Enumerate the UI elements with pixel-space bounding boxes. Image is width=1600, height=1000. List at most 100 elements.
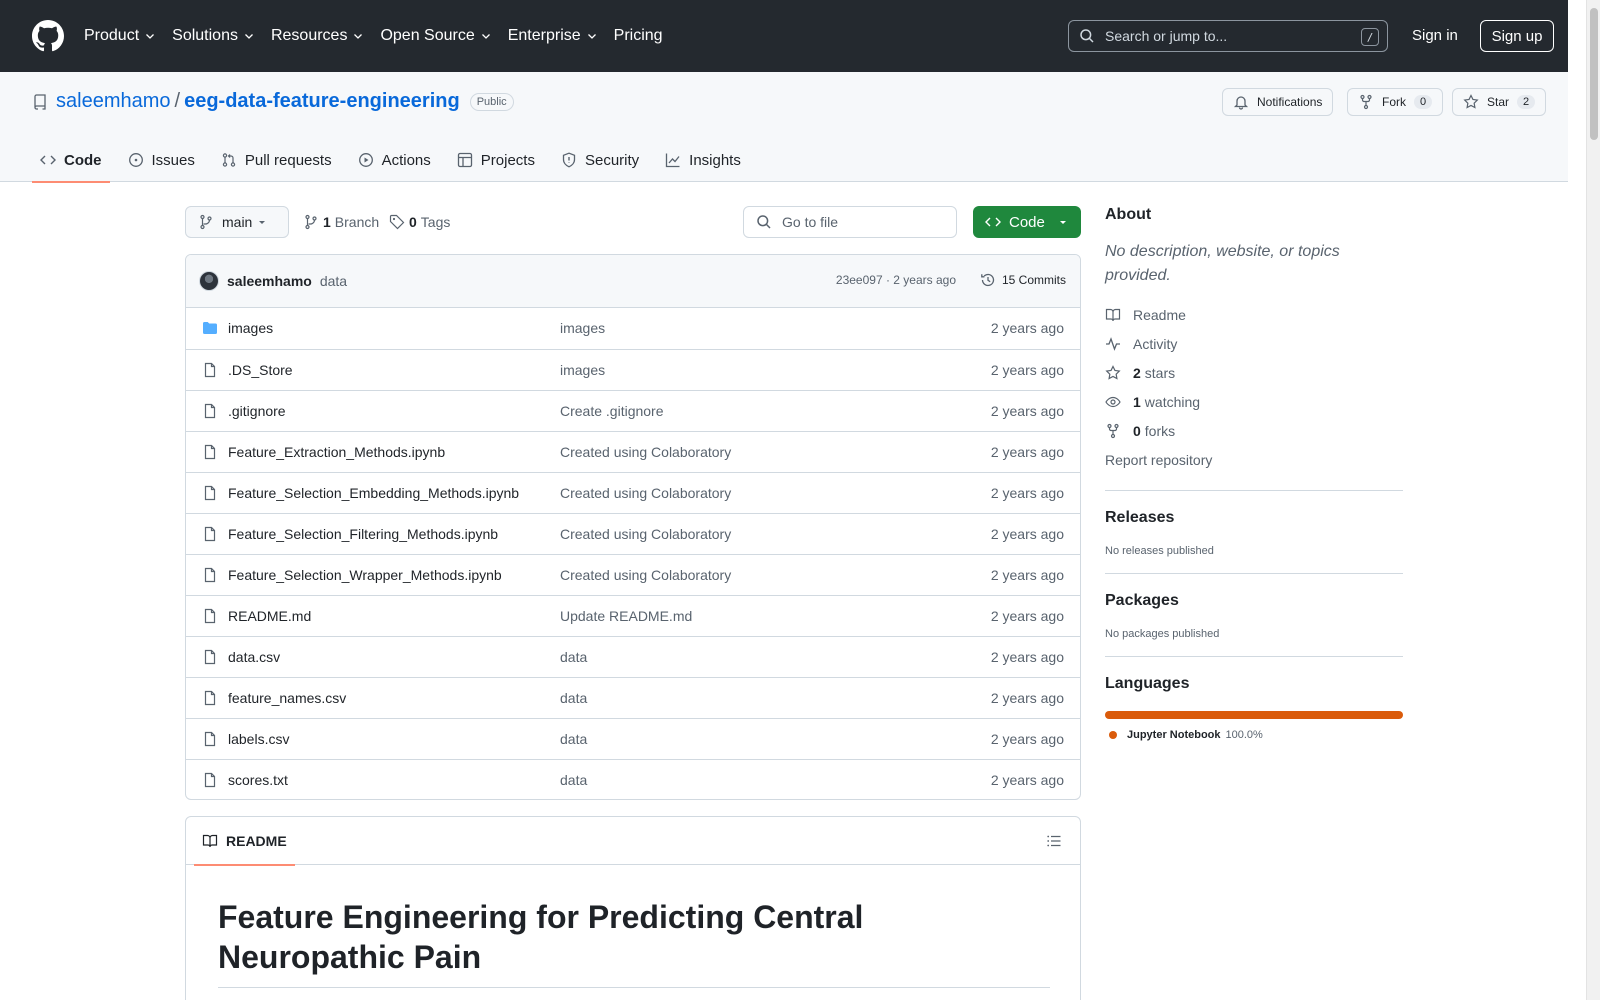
nav-resources[interactable]: Resources [271,27,364,45]
releases-title[interactable]: Releases [1105,509,1403,527]
table-row[interactable]: Feature_Selection_Filtering_Methods.ipyn… [186,513,1080,554]
file-name-link[interactable]: Feature_Selection_Filtering_Methods.ipyn… [228,526,498,542]
tab-actions[interactable]: Actions [350,138,439,182]
table-row[interactable]: README.md Update README.md 2 years ago [186,595,1080,636]
commit-message-link[interactable]: data [320,273,347,289]
table-row[interactable]: Feature_Selection_Wrapper_Methods.ipynb C… [186,554,1080,595]
file-commit-message-link[interactable]: Create .gitignore [560,403,664,419]
file-name-link[interactable]: Feature_Selection_Embedding_Methods.ipyn… [228,485,519,501]
tab-issues[interactable]: Issues [120,138,203,182]
readme-link-label: Readme [1133,306,1186,323]
file-name-link[interactable]: Feature_Extraction_Methods.ipynb [228,444,445,460]
file-commit-message-link[interactable]: Created using Colaboratory [560,485,731,501]
language-item[interactable]: Jupyter Notebook 100.0% [1105,729,1403,741]
tag-count: 0 [409,214,417,230]
tab-insights[interactable]: Insights [657,138,749,182]
chevron-down-icon [144,30,156,42]
file-icon [202,485,218,501]
file-commit-message-link[interactable]: images [560,320,605,336]
table-row[interactable]: data.csv data 2 years ago [186,636,1080,677]
table-row[interactable]: feature_names.csv data 2 years ago [186,677,1080,718]
tab-projects[interactable]: Projects [449,138,543,182]
readme-heading: Feature Engineering for Predicting Centr… [218,897,1050,988]
commit-author-link[interactable]: saleemhamo [227,273,312,289]
global-search-input[interactable]: Search or jump to... / [1068,20,1388,52]
notifications-button[interactable]: Notifications [1222,88,1334,116]
activity-link[interactable]: Activity [1105,329,1403,358]
branch-name: main [222,214,253,230]
packages-title[interactable]: Packages [1105,592,1403,610]
code-dropdown-button[interactable]: Code [973,206,1081,238]
issue-opened-icon [128,152,144,168]
table-row[interactable]: Feature_Selection_Embedding_Methods.ipyn… [186,472,1080,513]
file-commit-message-link[interactable]: images [560,362,605,378]
code-button-label: Code [1009,213,1045,231]
repo-header: saleemhamo / eeg-data-feature-engineerin… [0,72,1568,183]
file-name-link[interactable]: README.md [228,608,311,624]
file-name-link[interactable]: .DS_Store [228,362,293,378]
commit-hash-and-time[interactable]: 23ee097 · 2 years ago [836,273,956,287]
file-name-link[interactable]: data.csv [228,649,280,665]
commits-count-label: 15 Commits [1001,273,1066,287]
tab-pull-requests[interactable]: Pull requests [213,138,340,182]
readme-link[interactable]: Readme [1105,300,1403,329]
tab-code[interactable]: Code [32,138,110,183]
table-row[interactable]: images images 2 years ago [186,308,1080,349]
branch-count: 1 [323,214,331,230]
language-bar [1105,711,1403,719]
table-icon [457,152,473,168]
table-row[interactable]: Feature_Extraction_Methods.ipynb Created … [186,431,1080,472]
file-name-link[interactable]: feature_names.csv [228,690,346,706]
nav-product[interactable]: Product [84,27,156,45]
nav-solutions[interactable]: Solutions [172,27,255,45]
scrollbar-thumb[interactable] [1590,8,1598,140]
sign-in-link[interactable]: Sign in [1412,27,1458,44]
star-button[interactable]: Star 2 [1452,88,1547,116]
table-row[interactable]: .gitignore Create .gitignore 2 years ago [186,390,1080,431]
table-row[interactable]: labels.csv data 2 years ago [186,718,1080,759]
about-description: No description, website, or topics provi… [1105,243,1340,284]
file-commit-message-link[interactable]: data [560,649,587,665]
file-commit-message-link[interactable]: Update README.md [560,608,692,624]
repo-owner-link[interactable]: saleemhamo [56,90,171,113]
table-row[interactable]: scores.txt data 2 years ago [186,759,1080,799]
github-logo-icon[interactable] [32,20,64,52]
commits-history-link[interactable]: 15 Commits [980,272,1066,288]
packages-empty: No packages published [1105,628,1220,640]
forks-link[interactable]: 0 forks [1105,416,1403,445]
language-color-dot [1109,731,1117,739]
tab-pull-requests-label: Pull requests [244,151,332,169]
branches-link[interactable]: 1 Branch [303,214,379,230]
file-name-link[interactable]: Feature_Selection_Wrapper_Methods.ipynb [228,567,502,583]
list-unordered-icon[interactable] [1046,833,1062,849]
fork-button[interactable]: Fork 0 [1347,88,1444,116]
readme-tab[interactable]: README [194,817,295,866]
file-commit-message-link[interactable]: data [560,731,587,747]
file-commit-date: 2 years ago [990,690,1064,706]
repo-name-link[interactable]: eeg-data-feature-engineering [184,90,460,113]
file-name-link[interactable]: .gitignore [228,403,286,419]
tab-security[interactable]: Security [553,138,647,182]
file-name-link[interactable]: images [228,320,273,336]
avatar[interactable] [199,271,219,291]
branch-selector[interactable]: main [185,206,289,238]
tags-link[interactable]: 0 Tags [389,214,450,230]
file-commit-message-link[interactable]: Created using Colaboratory [560,444,731,460]
stars-link[interactable]: 2 stars [1105,358,1403,387]
file-name-link[interactable]: scores.txt [228,772,288,788]
nav-pricing[interactable]: Pricing [614,27,663,45]
file-commit-message-link[interactable]: data [560,690,587,706]
file-commit-message-link[interactable]: Created using Colaboratory [560,526,731,542]
nav-open-source[interactable]: Open Source [380,27,491,45]
file-commit-message-link[interactable]: data [560,772,587,788]
sign-up-button[interactable]: Sign up [1480,20,1554,52]
page-scrollbar[interactable] [1586,0,1600,1000]
file-name-link[interactable]: labels.csv [228,731,289,747]
watchers-link[interactable]: 1 watching [1105,387,1403,416]
repo-icon [32,93,48,110]
nav-enterprise[interactable]: Enterprise [508,27,598,45]
file-commit-message-link[interactable]: Created using Colaboratory [560,567,731,583]
table-row[interactable]: .DS_Store images 2 years ago [186,349,1080,390]
report-repository-link[interactable]: Report repository [1105,445,1403,474]
go-to-file-input[interactable]: Go to file [743,206,957,238]
